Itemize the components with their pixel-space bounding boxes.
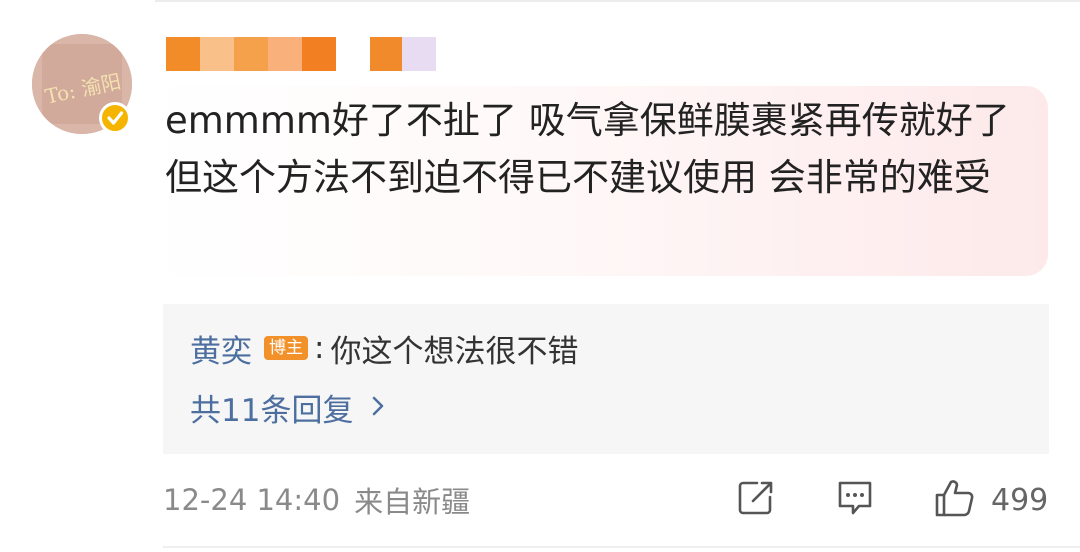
share-icon <box>737 479 775 521</box>
comment-time: 12-24 14:40 <box>163 483 341 517</box>
username-pixel-block <box>166 37 200 71</box>
blogger-badge: 博主 <box>264 336 308 360</box>
username-pixel-block <box>370 37 402 71</box>
like-button[interactable]: 499 <box>933 478 1048 522</box>
more-replies-label: 共11条回复 <box>190 392 354 429</box>
username-pixel-block <box>268 37 302 71</box>
reply-author[interactable]: 黄奕 <box>190 326 252 371</box>
like-count: 499 <box>991 482 1049 518</box>
reply-button[interactable] <box>835 478 875 522</box>
reply-preview: 黄奕 博主 : 你这个想法很不错 <box>190 326 578 370</box>
username-pixel-block <box>200 37 234 71</box>
comment-icon <box>835 478 875 522</box>
reply-text: 你这个想法很不错 <box>330 333 579 370</box>
username-pixel-block <box>234 37 268 71</box>
comment-meta: 12-24 14:40 来自新疆 <box>163 478 470 522</box>
username-pixel-block <box>336 37 370 71</box>
share-button[interactable] <box>737 478 775 522</box>
reply-separator: : <box>314 330 325 366</box>
comment-location: 来自新疆 <box>354 485 471 519</box>
username-pixel-block <box>402 37 436 71</box>
top-divider <box>155 0 1080 2</box>
comment-text: emmmm好了不扯了 吸气拿保鲜膜裹紧再传就好了 但这个方法不到迫不得已不建议使… <box>165 99 1010 199</box>
chevron-right-icon <box>371 389 385 425</box>
username-pixel-block <box>302 37 336 71</box>
bottom-divider <box>163 546 1080 548</box>
view-all-replies-link[interactable]: 共11条回复 <box>190 385 385 429</box>
like-icon <box>933 477 975 523</box>
username-pixelated[interactable] <box>166 37 436 71</box>
verified-icon <box>99 102 131 134</box>
